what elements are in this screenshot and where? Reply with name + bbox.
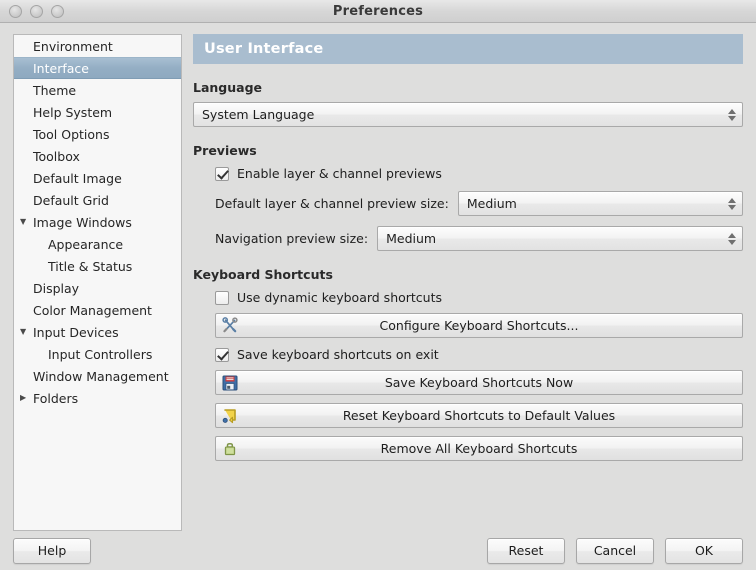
- section-title-language: Language: [193, 80, 263, 95]
- dynamic-shortcuts-label: Use dynamic keyboard shortcuts: [237, 290, 443, 305]
- sidebar-item-folders[interactable]: ▶ Folders: [14, 387, 181, 409]
- remove-all-keyboard-shortcuts-label: Remove All Keyboard Shortcuts: [380, 441, 578, 456]
- sidebar-item-label: Title & Status: [48, 258, 133, 274]
- sidebar-item-color-management[interactable]: Color Management: [14, 299, 181, 321]
- reset-arrow-icon: [221, 407, 239, 425]
- sidebar-item-input-controllers[interactable]: Input Controllers: [14, 343, 181, 365]
- wrench-screwdriver-icon: [221, 317, 239, 335]
- sidebar-item-default-image[interactable]: Default Image: [14, 167, 181, 189]
- sidebar-item-image-windows[interactable]: ▼ Image Windows: [14, 211, 181, 233]
- save-shortcuts-on-exit-label: Save keyboard shortcuts on exit: [237, 347, 439, 362]
- sidebar-item-toolbox[interactable]: Toolbox: [14, 145, 181, 167]
- default-preview-size-select[interactable]: Medium: [457, 191, 743, 216]
- section-title-keyboard-shortcuts: Keyboard Shortcuts: [193, 267, 333, 282]
- dialog-footer: Help Reset Cancel OK: [0, 531, 756, 570]
- sidebar-item-label: Default Grid: [33, 192, 109, 208]
- sidebar-item-label: Tool Options: [33, 126, 110, 142]
- save-keyboard-shortcuts-now-label: Save Keyboard Shortcuts Now: [384, 375, 574, 390]
- sidebar-item-label: Toolbox: [33, 148, 80, 164]
- sidebar-item-label: Folders: [33, 390, 79, 406]
- sidebar-item-window-management[interactable]: Window Management: [14, 365, 181, 387]
- save-keyboard-shortcuts-now-button[interactable]: Save Keyboard Shortcuts Now: [215, 370, 743, 395]
- sidebar-item-label: Image Windows: [33, 214, 132, 230]
- default-preview-size-value: Medium: [466, 196, 517, 211]
- sidebar-item-title-status[interactable]: Title & Status: [14, 255, 181, 277]
- section-title-previews: Previews: [193, 143, 257, 158]
- sidebar-item-tool-options[interactable]: Tool Options: [14, 123, 181, 145]
- sidebar-item-label: Appearance: [48, 236, 124, 252]
- language-select[interactable]: System Language: [193, 102, 743, 127]
- sidebar-item-appearance[interactable]: Appearance: [14, 233, 181, 255]
- zoom-button[interactable]: [51, 4, 64, 18]
- configure-keyboard-shortcuts-button[interactable]: Configure Keyboard Shortcuts...: [215, 313, 743, 338]
- enable-previews-checkbox-row[interactable]: Enable layer & channel previews: [193, 166, 743, 181]
- chevron-updown-icon[interactable]: [728, 108, 736, 121]
- chevron-updown-icon[interactable]: [728, 232, 736, 245]
- dynamic-shortcuts-checkbox-row[interactable]: Use dynamic keyboard shortcuts: [193, 290, 743, 305]
- eraser-icon: [221, 440, 239, 458]
- expander-closed-icon[interactable]: ▶: [20, 394, 33, 402]
- sidebar-item-label: Window Management: [33, 368, 169, 384]
- preferences-main-panel: User Interface Language System Language …: [193, 34, 743, 531]
- language-select-value: System Language: [202, 107, 315, 122]
- window-controls: [9, 4, 64, 18]
- window-titlebar: Preferences: [0, 0, 756, 23]
- window-title: Preferences: [332, 3, 424, 19]
- save-shortcuts-on-exit-checkbox-row[interactable]: Save keyboard shortcuts on exit: [215, 347, 743, 362]
- expander-open-icon[interactable]: ▼: [20, 328, 33, 336]
- navigation-preview-size-value: Medium: [386, 231, 437, 246]
- configure-keyboard-shortcuts-label: Configure Keyboard Shortcuts...: [379, 318, 579, 333]
- minimize-button[interactable]: [30, 4, 43, 18]
- reset-keyboard-shortcuts-label: Reset Keyboard Shortcuts to Default Valu…: [342, 408, 616, 423]
- navigation-preview-size-select[interactable]: Medium: [377, 226, 743, 251]
- sidebar-item-label: Default Image: [33, 170, 122, 186]
- remove-all-keyboard-shortcuts-button[interactable]: Remove All Keyboard Shortcuts: [215, 436, 743, 461]
- page-title: User Interface: [193, 34, 743, 64]
- sidebar-item-label: Environment: [33, 38, 113, 54]
- reset-keyboard-shortcuts-button[interactable]: Reset Keyboard Shortcuts to Default Valu…: [215, 403, 743, 428]
- sidebar-item-input-devices[interactable]: ▼ Input Devices: [14, 321, 181, 343]
- expander-open-icon[interactable]: ▼: [20, 218, 33, 226]
- dynamic-shortcuts-checkbox[interactable]: [215, 290, 229, 305]
- preferences-dialog: Environment Interface Theme Help System Tool…: [0, 23, 756, 570]
- sidebar-item-label: Help System: [33, 104, 113, 120]
- cancel-button[interactable]: Cancel: [576, 537, 654, 564]
- default-preview-size-row: Default layer & channel preview size: Me…: [193, 191, 743, 216]
- enable-previews-label: Enable layer & channel previews: [237, 166, 442, 181]
- floppy-disk-icon: [221, 374, 239, 392]
- close-button[interactable]: [9, 4, 22, 18]
- sidebar-item-label: Display: [33, 280, 80, 296]
- navigation-preview-size-row: Navigation preview size: Medium: [193, 226, 743, 251]
- navigation-preview-size-label: Navigation preview size:: [215, 231, 369, 246]
- sidebar-item-label: Input Controllers: [48, 346, 153, 362]
- sidebar-item-label: Input Devices: [33, 324, 119, 340]
- help-button[interactable]: Help: [13, 537, 91, 564]
- chevron-updown-icon[interactable]: [728, 197, 736, 210]
- reset-button[interactable]: Reset: [487, 537, 565, 564]
- enable-previews-checkbox[interactable]: [215, 166, 229, 181]
- sidebar-item-environment[interactable]: Environment: [14, 35, 181, 57]
- sidebar-item-label: Interface: [33, 60, 89, 76]
- default-preview-size-label: Default layer & channel preview size:: [215, 196, 449, 211]
- sidebar-item-label: Color Management: [33, 302, 152, 318]
- save-shortcuts-on-exit-checkbox[interactable]: [215, 347, 229, 362]
- sidebar-item-help-system[interactable]: Help System: [14, 101, 181, 123]
- preferences-category-list[interactable]: Environment Interface Theme Help System Tool…: [13, 34, 182, 531]
- sidebar-item-display[interactable]: Display: [14, 277, 181, 299]
- sidebar-item-label: Theme: [33, 82, 77, 98]
- sidebar-item-interface[interactable]: Interface: [14, 57, 181, 79]
- sidebar-item-theme[interactable]: Theme: [14, 79, 181, 101]
- sidebar-item-default-grid[interactable]: Default Grid: [14, 189, 181, 211]
- ok-button[interactable]: OK: [665, 537, 743, 564]
